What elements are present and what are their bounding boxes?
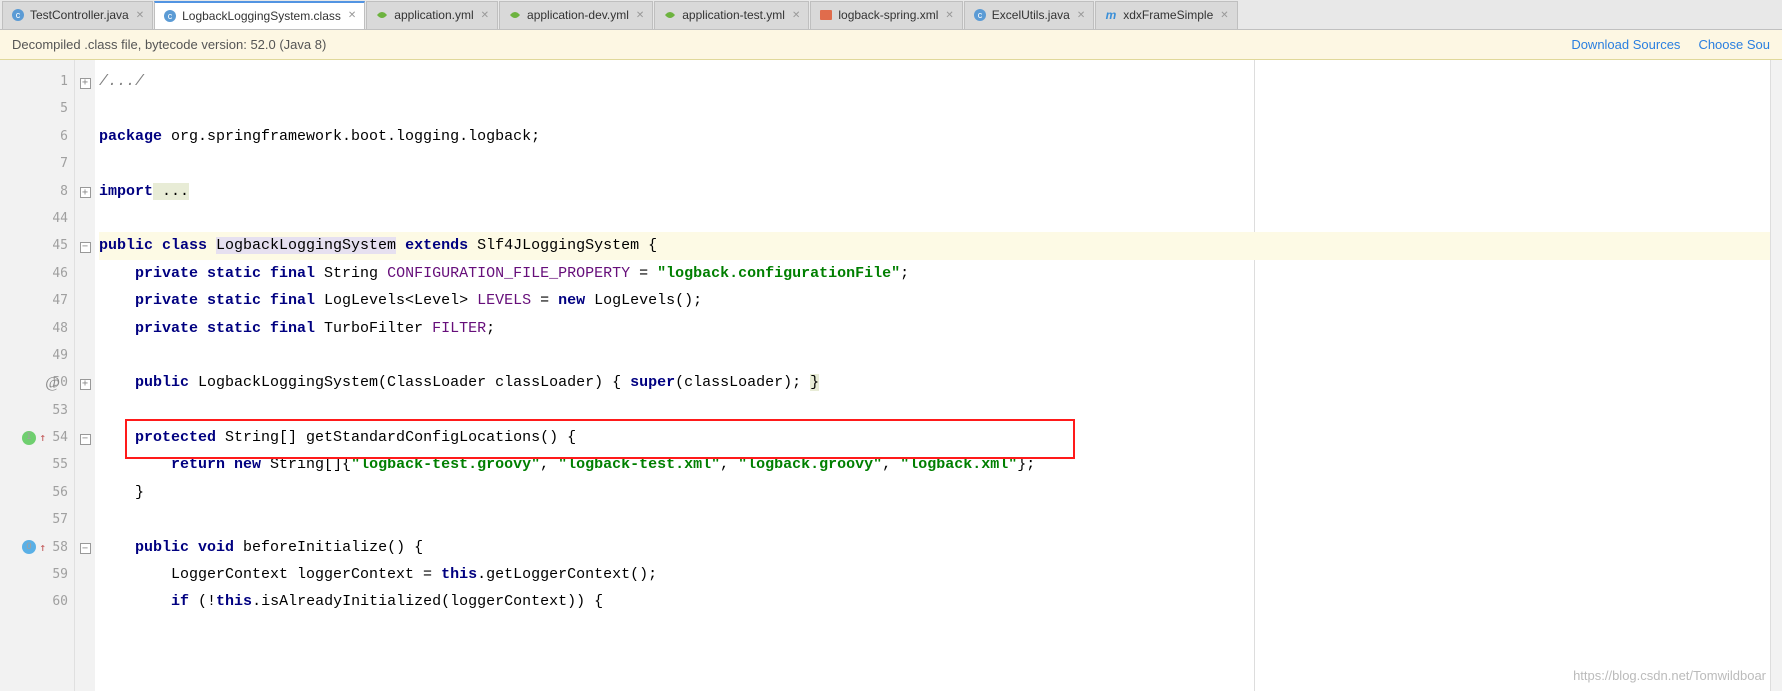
override-icon: @	[45, 369, 60, 396]
line-number: 47	[0, 287, 68, 314]
line-number: 57	[0, 506, 68, 533]
line-number: 60	[0, 588, 68, 615]
code-content[interactable]: /.../ package org.springframework.boot.l…	[95, 60, 1770, 691]
line-number: 58O↑	[0, 534, 68, 561]
choose-sources-link[interactable]: Choose Sou	[1698, 37, 1770, 52]
spring-leaf-icon	[375, 8, 389, 22]
tab-label: LogbackLoggingSystem.class	[182, 9, 341, 23]
fold-collapse-icon[interactable]: −	[80, 434, 91, 445]
line-number: 53	[0, 397, 68, 424]
notification-message: Decompiled .class file, bytecode version…	[12, 37, 326, 52]
fold-gutter[interactable]: + + − + − −	[75, 60, 95, 691]
tab-label: application-dev.yml	[527, 8, 629, 22]
download-sources-link[interactable]: Download Sources	[1571, 37, 1680, 52]
close-icon[interactable]: ✕	[348, 10, 356, 21]
tab-application-test-yml[interactable]: application-test.yml ✕	[654, 1, 809, 29]
class-name: LogbackLoggingSystem	[216, 237, 396, 254]
line-number: 1	[0, 68, 68, 95]
close-icon[interactable]: ✕	[636, 10, 644, 21]
tab-label: application.yml	[394, 8, 473, 22]
line-number: 44	[0, 205, 68, 232]
java-class-icon: c	[973, 8, 987, 22]
tab-label: xdxFrameSimple	[1123, 8, 1213, 22]
svg-text:c: c	[16, 10, 21, 20]
line-number: 48	[0, 315, 68, 342]
line-number: 46	[0, 260, 68, 287]
spring-leaf-icon	[508, 8, 522, 22]
folded-comment: /.../	[99, 73, 144, 90]
tab-label: TestController.java	[30, 8, 129, 22]
tab-application-dev-yml[interactable]: application-dev.yml ✕	[499, 1, 653, 29]
override-method-icon[interactable]: O↑	[22, 540, 36, 554]
line-number-gutter[interactable]: 1 5 6 7 8 44 45 46 47 48 49 50@ 53 54I↑ …	[0, 60, 75, 691]
line-number: 45	[0, 232, 68, 259]
tab-application-yml[interactable]: application.yml ✕	[366, 1, 498, 29]
tab-label: ExcelUtils.java	[992, 8, 1070, 22]
tab-excelutils-java[interactable]: c ExcelUtils.java ✕	[964, 1, 1094, 29]
line-number: 59	[0, 561, 68, 588]
error-stripe[interactable]	[1770, 60, 1782, 691]
watermark-text: https://blog.csdn.net/Tomwildboar	[1573, 668, 1766, 683]
close-icon[interactable]: ✕	[792, 10, 800, 21]
close-icon[interactable]: ✕	[136, 10, 144, 21]
tab-logback-logging-system[interactable]: c LogbackLoggingSystem.class ✕	[154, 1, 365, 29]
line-number: 8	[0, 178, 68, 205]
code-editor: 1 5 6 7 8 44 45 46 47 48 49 50@ 53 54I↑ …	[0, 60, 1782, 691]
tab-testcontroller[interactable]: c TestController.java ✕	[2, 1, 153, 29]
xml-file-icon	[819, 8, 833, 22]
fold-expand-icon[interactable]: +	[80, 78, 91, 89]
fold-expand-icon[interactable]: +	[80, 379, 91, 390]
line-number: 55	[0, 451, 68, 478]
line-number: 6	[0, 123, 68, 150]
close-icon[interactable]: ✕	[481, 10, 489, 21]
svg-text:m: m	[1106, 8, 1117, 22]
tab-logback-spring-xml[interactable]: logback-spring.xml ✕	[810, 1, 962, 29]
module-icon: m	[1104, 8, 1118, 22]
fold-collapse-icon[interactable]: −	[80, 543, 91, 554]
fold-collapse-icon[interactable]: −	[80, 242, 91, 253]
line-number: 56	[0, 479, 68, 506]
java-class-icon: c	[163, 9, 177, 23]
java-class-icon: c	[11, 8, 25, 22]
line-number: 49	[0, 342, 68, 369]
decompile-notification-bar: Decompiled .class file, bytecode version…	[0, 30, 1782, 60]
close-icon[interactable]: ✕	[1220, 10, 1228, 21]
fold-expand-icon[interactable]: +	[80, 187, 91, 198]
close-icon[interactable]: ✕	[945, 10, 953, 21]
tab-xdxframesimple[interactable]: m xdxFrameSimple ✕	[1095, 1, 1237, 29]
editor-tabs-bar: c TestController.java ✕ c LogbackLogging…	[0, 0, 1782, 30]
tab-label: logback-spring.xml	[838, 8, 938, 22]
line-number: 50@	[0, 369, 68, 396]
line-number: 5	[0, 95, 68, 122]
tab-label: application-test.yml	[682, 8, 785, 22]
spring-leaf-icon	[663, 8, 677, 22]
line-number: 54I↑	[0, 424, 68, 451]
close-icon[interactable]: ✕	[1077, 10, 1085, 21]
svg-text:c: c	[978, 10, 983, 20]
line-number: 7	[0, 150, 68, 177]
implement-method-icon[interactable]: I↑	[22, 431, 36, 445]
svg-text:c: c	[168, 11, 173, 21]
